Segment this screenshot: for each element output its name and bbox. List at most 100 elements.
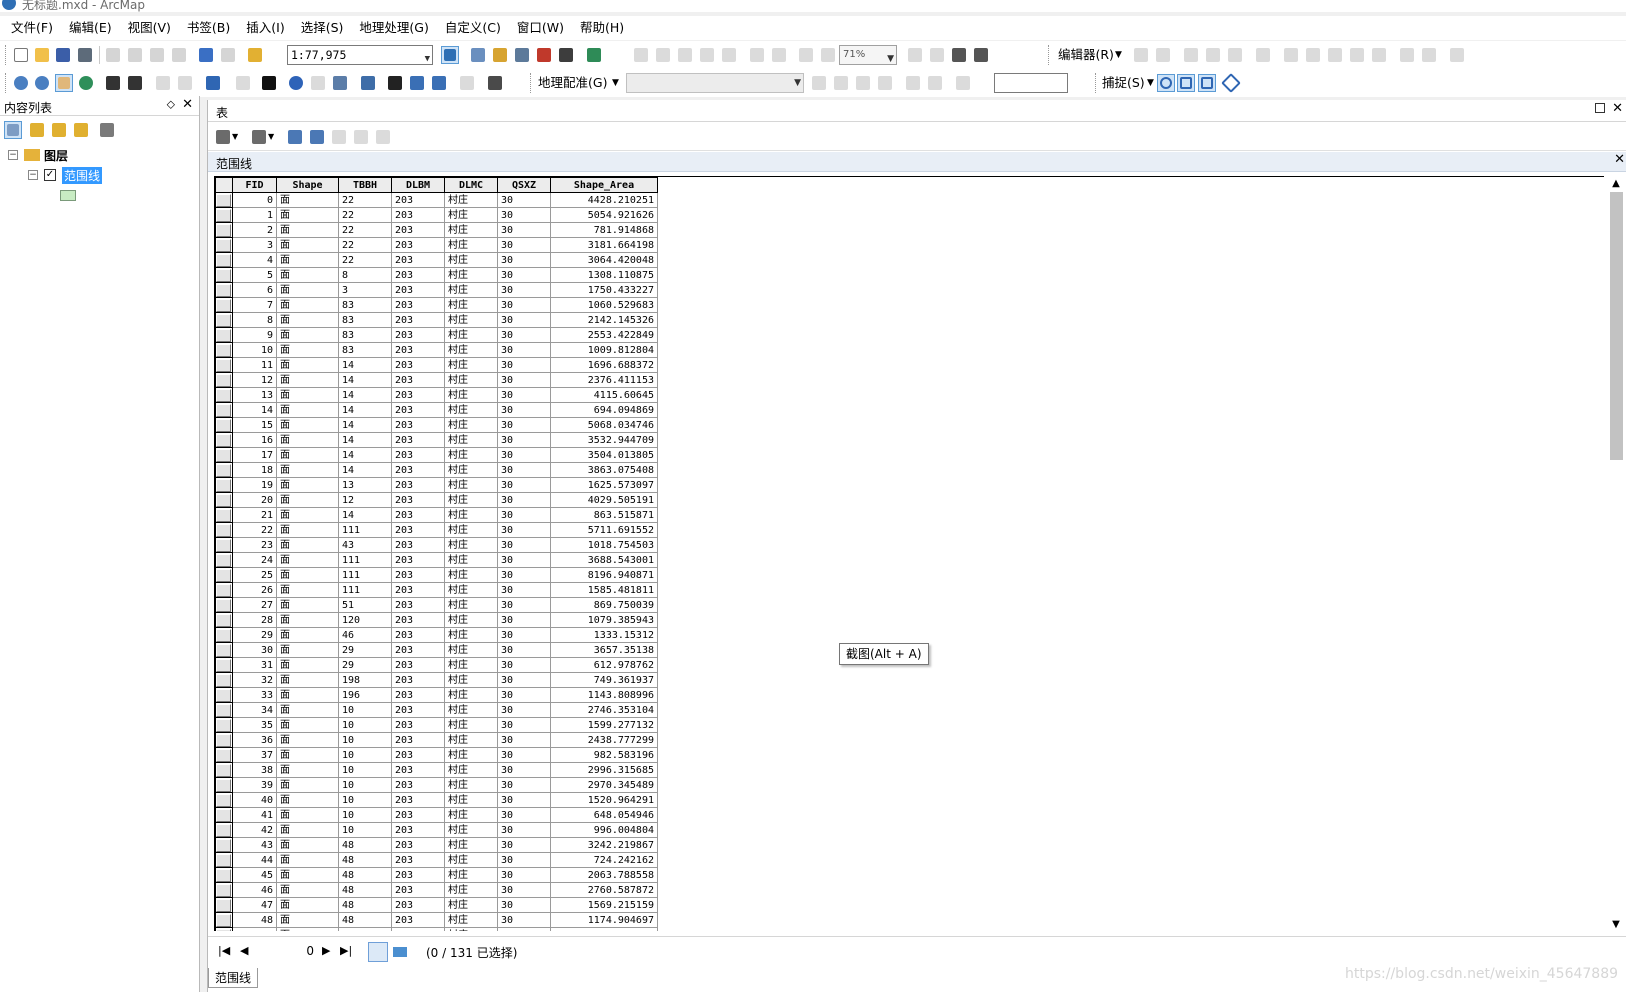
- cell-dlmc[interactable]: 村庄: [444, 282, 498, 298]
- cell-shape-area[interactable]: 3242.219867: [550, 837, 658, 853]
- go-to-xy-button[interactable]: [430, 74, 448, 92]
- georeference-layer-combo[interactable]: ▼: [626, 73, 804, 93]
- cell-shape[interactable]: 面: [276, 387, 339, 403]
- row-selector[interactable]: [215, 462, 233, 478]
- cell-tbbh[interactable]: 196: [338, 687, 392, 703]
- cell-dlbm[interactable]: 203: [391, 447, 445, 463]
- cell-fid[interactable]: 36: [232, 732, 277, 748]
- cell-shape[interactable]: 面: [276, 912, 339, 928]
- cell-tbbh[interactable]: 22: [338, 192, 392, 208]
- next-record-icon[interactable]: ▶: [322, 944, 330, 957]
- rotate-georef-button[interactable]: [810, 74, 828, 92]
- cut-button[interactable]: [104, 46, 122, 64]
- table-row[interactable]: 29 面 46 203 村庄 30 1333.15312: [215, 627, 658, 643]
- scroll-down-icon[interactable]: ▼: [1608, 917, 1624, 933]
- cell-dlmc[interactable]: 村庄: [444, 357, 498, 373]
- current-record-input[interactable]: 0: [260, 942, 318, 960]
- cell-dlmc[interactable]: 村庄: [444, 432, 498, 448]
- cell-tbbh[interactable]: 198: [338, 672, 392, 688]
- table-row[interactable]: 35 面 10 203 村庄 30 1599.277132: [215, 717, 658, 733]
- maximize-icon[interactable]: [1595, 103, 1605, 113]
- undo-button[interactable]: [197, 46, 215, 64]
- row-selector[interactable]: [215, 672, 233, 688]
- cell-fid[interactable]: 32: [232, 672, 277, 688]
- cell-shape-area[interactable]: 4029.505191: [550, 492, 658, 508]
- cell-shape[interactable]: 面: [276, 432, 339, 448]
- cell-tbbh[interactable]: 22: [338, 222, 392, 238]
- cell-tbbh[interactable]: 10: [338, 807, 392, 823]
- add-data-button[interactable]: [246, 46, 264, 64]
- cell-dlbm[interactable]: 203: [391, 687, 445, 703]
- cell-fid[interactable]: 39: [232, 777, 277, 793]
- row-selector[interactable]: [215, 732, 233, 748]
- row-selector[interactable]: [215, 537, 233, 553]
- cell-qsxz[interactable]: 30: [497, 237, 551, 253]
- table-row[interactable]: 13 面 14 203 村庄 30 4115.60645: [215, 387, 658, 403]
- layer-row[interactable]: − ✓ 范围线: [28, 166, 103, 184]
- cell-qsxz[interactable]: 30: [497, 732, 551, 748]
- scrollbar-thumb[interactable]: [1610, 192, 1623, 460]
- cell-shape[interactable]: 面: [276, 747, 339, 763]
- hyperlink-button[interactable]: [309, 74, 327, 92]
- cell-shape-area[interactable]: 2746.353104: [550, 702, 658, 718]
- cell-shape-area[interactable]: 1585.481811: [550, 582, 658, 598]
- cell-dlmc[interactable]: 村庄: [444, 387, 498, 403]
- table-row[interactable]: 46 面 48 203 村庄 30 2760.587872: [215, 882, 658, 898]
- first-record-icon[interactable]: |◀: [218, 944, 230, 957]
- cell-tbbh[interactable]: 22: [338, 207, 392, 223]
- cell-tbbh[interactable]: 48: [338, 852, 392, 868]
- change-layout-button[interactable]: [950, 46, 968, 64]
- close-icon[interactable]: ✕: [182, 97, 193, 112]
- cell-dlbm[interactable]: 203: [391, 717, 445, 733]
- cell-shape-area[interactable]: 1750.433227: [550, 282, 658, 298]
- cell-dlmc[interactable]: 村庄: [444, 927, 498, 931]
- cell-dlmc[interactable]: 村庄: [444, 297, 498, 313]
- table-row[interactable]: 45 面 48 203 村庄 30 2063.788558: [215, 867, 658, 883]
- collapse-icon[interactable]: −: [8, 150, 18, 160]
- cell-qsxz[interactable]: 30: [497, 762, 551, 778]
- edge-snapping-button[interactable]: [1221, 73, 1241, 93]
- cell-shape-area[interactable]: 2996.315685: [550, 762, 658, 778]
- row-selector[interactable]: [215, 687, 233, 703]
- toolbar-grip[interactable]: [1048, 45, 1051, 65]
- cell-dlmc[interactable]: 村庄: [444, 462, 498, 478]
- row-selector[interactable]: [215, 552, 233, 568]
- cell-dlmc[interactable]: 村庄: [444, 867, 498, 883]
- cell-dlbm[interactable]: 203: [391, 762, 445, 778]
- cell-dlbm[interactable]: 203: [391, 657, 445, 673]
- zoom-100-button[interactable]: [720, 46, 738, 64]
- cell-shape-area[interactable]: 4115.60645: [550, 387, 658, 403]
- row-selector[interactable]: [215, 282, 233, 298]
- vertex-snapping-button[interactable]: [1198, 74, 1216, 92]
- cell-tbbh[interactable]: 29: [338, 642, 392, 658]
- pan-button[interactable]: [55, 74, 73, 92]
- toolbar-grip[interactable]: [1095, 73, 1098, 93]
- cell-qsxz[interactable]: 30: [497, 822, 551, 838]
- cell-dlmc[interactable]: 村庄: [444, 327, 498, 343]
- cell-qsxz[interactable]: 30: [497, 372, 551, 388]
- table-options-button[interactable]: [214, 128, 232, 146]
- cell-shape[interactable]: 面: [276, 192, 339, 208]
- cell-qsxz[interactable]: 30: [497, 357, 551, 373]
- menu-help[interactable]: 帮助(H): [572, 16, 632, 40]
- cell-shape[interactable]: 面: [276, 837, 339, 853]
- cell-fid[interactable]: 19: [232, 477, 277, 493]
- table-row[interactable]: 30 面 29 203 村庄 30 3657.35138: [215, 642, 658, 658]
- table-row[interactable]: 36 面 10 203 村庄 30 2438.777299: [215, 732, 658, 748]
- table-row[interactable]: 25 面 111 203 村庄 30 8196.940871: [215, 567, 658, 583]
- cell-qsxz[interactable]: 30: [497, 582, 551, 598]
- row-selector[interactable]: [215, 252, 233, 268]
- cell-shape-area[interactable]: 3504.013805: [550, 447, 658, 463]
- cell-fid[interactable]: 4: [232, 252, 277, 268]
- column-header-shape[interactable]: Shape: [276, 177, 339, 193]
- cell-fid[interactable]: 0: [232, 192, 277, 208]
- open-button[interactable]: [33, 46, 51, 64]
- cell-qsxz[interactable]: 30: [497, 282, 551, 298]
- cell-shape[interactable]: 面: [276, 537, 339, 553]
- cell-shape-area[interactable]: 3064.420048: [550, 252, 658, 268]
- edit-annotation-button[interactable]: [1154, 46, 1172, 64]
- cell-shape-area[interactable]: 3863.075408: [550, 462, 658, 478]
- table-row[interactable]: 32 面 198 203 村庄 30 749.361937: [215, 672, 658, 688]
- cell-shape[interactable]: 面: [276, 357, 339, 373]
- cell-dlmc[interactable]: 村庄: [444, 702, 498, 718]
